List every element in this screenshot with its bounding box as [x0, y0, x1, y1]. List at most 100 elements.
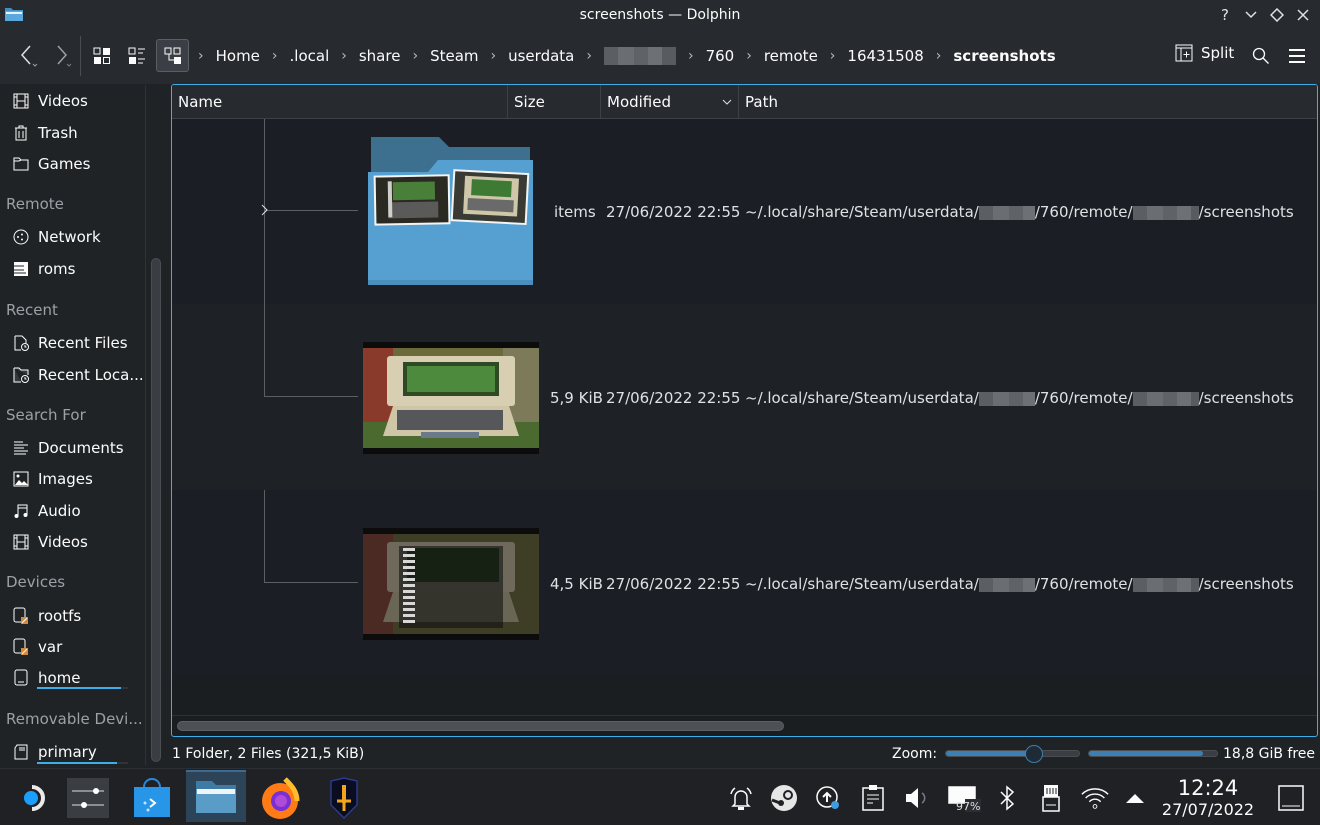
- breadcrumb-share[interactable]: share: [353, 47, 407, 65]
- horizontal-scrollbar[interactable]: [177, 721, 784, 731]
- sidebar-item-trash[interactable]: Trash: [12, 122, 78, 144]
- taskbar-dolphin[interactable]: [186, 770, 246, 822]
- tray-battery[interactable]: 97%: [946, 780, 982, 816]
- redacted-block: [978, 577, 1035, 592]
- zoom-label: Zoom:: [892, 746, 938, 762]
- disk-space-fill: [1089, 751, 1204, 756]
- menu-button[interactable]: [1284, 40, 1310, 72]
- document-lines-icon: [12, 439, 30, 457]
- taskbar-discover[interactable]: [122, 772, 182, 824]
- breadcrumb-home[interactable]: Home: [210, 47, 266, 65]
- tray-wifi[interactable]: [1080, 780, 1110, 816]
- sort-descending-icon: [722, 99, 732, 105]
- breadcrumb-userdata[interactable]: userdata: [502, 47, 580, 65]
- search-button[interactable]: [1248, 40, 1274, 72]
- sidebar-item-documents[interactable]: Documents: [12, 437, 124, 459]
- sidebar-item-primary[interactable]: primary: [12, 741, 97, 763]
- help-button[interactable]: ?: [1216, 4, 1234, 26]
- expand-arrow-icon[interactable]: [261, 204, 269, 216]
- breadcrumb-16431508[interactable]: 16431508: [841, 47, 929, 65]
- sidebar-item-videos-search[interactable]: Videos: [12, 531, 88, 553]
- sidebar-item-roms[interactable]: roms: [12, 258, 75, 280]
- minimize-button[interactable]: [1242, 4, 1260, 26]
- breadcrumb-redacted-user-id[interactable]: [598, 47, 682, 66]
- clock[interactable]: 12:24 27/07/2022: [1160, 776, 1256, 820]
- chevron-right-icon: ›: [829, 48, 836, 64]
- steamos-logo-icon: [24, 785, 45, 811]
- column-path[interactable]: Path: [739, 85, 1317, 119]
- details-view-button[interactable]: [156, 39, 189, 72]
- sidebar-scrollbar[interactable]: [151, 258, 161, 762]
- section-header-search-for: Search For: [6, 406, 86, 424]
- taskbar-app-menu[interactable]: [2, 772, 62, 824]
- column-name[interactable]: Name: [172, 85, 508, 119]
- compact-view-button[interactable]: [123, 40, 151, 72]
- sidebar-item-var[interactable]: var: [12, 636, 62, 658]
- split-label: Split: [1201, 44, 1235, 62]
- speaker-icon: [906, 788, 926, 808]
- show-desktop-button[interactable]: [1276, 780, 1306, 816]
- table-row[interactable]: 5,9 KiB 27/06/2022 22:55 ~/.local/share/…: [172, 304, 1317, 490]
- breadcrumb: › Home › .local › share › Steam › userda…: [192, 44, 1062, 68]
- breadcrumb-remote[interactable]: remote: [758, 47, 824, 65]
- update-icon: [816, 786, 839, 809]
- toolbar-separator: [80, 36, 81, 76]
- zoom-slider-handle[interactable]: [1025, 745, 1044, 763]
- image-icon: [12, 470, 30, 488]
- network-drive-icon: [12, 260, 30, 278]
- tray-bluetooth[interactable]: [992, 780, 1022, 816]
- column-modified[interactable]: Modified: [601, 85, 739, 119]
- tray-updates[interactable]: [813, 780, 843, 816]
- back-button[interactable]: [14, 40, 42, 72]
- sidebar-item-network[interactable]: Network: [12, 226, 101, 248]
- table-row[interactable]: 4,5 KiB 27/06/2022 22:55 ~/.local/share/…: [172, 490, 1317, 676]
- column-size[interactable]: Size: [508, 85, 601, 119]
- breadcrumb-760[interactable]: 760: [700, 47, 741, 65]
- film-icon: [12, 533, 30, 551]
- tray-expand[interactable]: [1120, 780, 1150, 816]
- size-cell: 5,9 KiB: [550, 389, 603, 407]
- compact-view-icon: [128, 47, 145, 64]
- forward-button[interactable]: [48, 40, 76, 72]
- table-row[interactable]: items 27/06/2022 22:55 ~/.local/share/St…: [172, 119, 1317, 304]
- section-header-removable: Removable Devi...: [6, 710, 143, 728]
- primary-usage-bar: [37, 762, 118, 764]
- redacted-block: [1132, 205, 1199, 220]
- maximize-button[interactable]: [1268, 4, 1286, 26]
- clock-time: 12:24: [1177, 776, 1239, 800]
- close-button[interactable]: [1294, 4, 1312, 26]
- taskbar-system-settings[interactable]: [58, 772, 118, 824]
- icons-view-button[interactable]: [88, 40, 116, 72]
- heroic-launcher-icon: [330, 777, 358, 819]
- path-cell: ~/.local/share/Steam/userdata//760/remot…: [745, 389, 1294, 407]
- breadcrumb-local[interactable]: .local: [284, 47, 336, 65]
- sidebar-item-rootfs[interactable]: rootfs: [12, 605, 81, 627]
- title-bar: screenshots — Dolphin ?: [0, 0, 1320, 30]
- places-sidebar: Videos Trash Games Remote Network roms R…: [0, 85, 146, 765]
- firefox-icon: [262, 777, 300, 819]
- tray-volume[interactable]: [902, 780, 932, 816]
- sidebar-item-recent-files[interactable]: Recent Files: [12, 332, 128, 354]
- breadcrumb-steam[interactable]: Steam: [424, 47, 484, 65]
- chevron-down-icon: [1245, 11, 1257, 19]
- tray-notifications[interactable]: [726, 780, 756, 816]
- split-button[interactable]: Split: [1175, 44, 1234, 62]
- taskbar-heroic[interactable]: [314, 772, 374, 824]
- taskbar-firefox[interactable]: [250, 772, 310, 824]
- screenshot-thumbnail-image: [363, 342, 539, 454]
- redacted-block: [978, 391, 1035, 406]
- zoom-slider-fill: [946, 751, 1036, 756]
- tray-usb[interactable]: [1036, 780, 1066, 816]
- sidebar-item-home[interactable]: home: [12, 667, 81, 689]
- sidebar-item-games[interactable]: Games: [12, 153, 90, 175]
- dolphin-folder-icon: [196, 781, 236, 813]
- breadcrumb-screenshots[interactable]: screenshots: [947, 47, 1061, 65]
- sidebar-item-audio[interactable]: Audio: [12, 500, 81, 522]
- sidebar-item-images[interactable]: Images: [12, 468, 93, 490]
- size-cell: items: [554, 203, 596, 221]
- sidebar-item-videos[interactable]: Videos: [12, 90, 88, 112]
- zoom-slider[interactable]: [945, 745, 1080, 763]
- tray-clipboard[interactable]: [858, 780, 888, 816]
- tray-steam[interactable]: [769, 780, 799, 816]
- sidebar-item-recent-locations[interactable]: Recent Loca...: [12, 364, 144, 386]
